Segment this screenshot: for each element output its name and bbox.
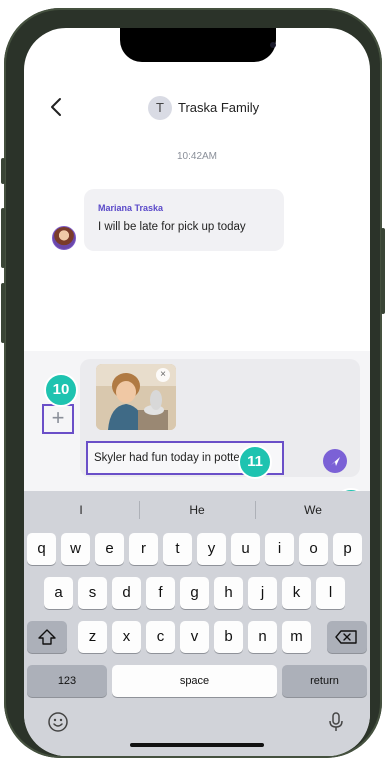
key-m[interactable]: m [282,621,311,653]
message-text: I will be late for pick up today [98,221,246,233]
key-o[interactable]: o [299,533,328,565]
volume-up-button [1,208,5,268]
group-avatar[interactable]: T [148,96,172,120]
key-i[interactable]: i [265,533,294,565]
key-f[interactable]: f [146,577,175,609]
volume-down-button [1,283,5,343]
message-bubble: Mariana Traska I will be late for pick u… [84,189,284,251]
delete-key[interactable] [327,621,367,653]
key-p[interactable]: p [333,533,362,565]
key-z[interactable]: z [78,621,107,653]
phone-frame: T Traska Family 10:42AM Mariana Traska I… [1,8,385,758]
key-a[interactable]: a [44,577,73,609]
key-h[interactable]: h [214,577,243,609]
key-v[interactable]: v [180,621,209,653]
key-q[interactable]: q [27,533,56,565]
key-x[interactable]: x [112,621,141,653]
key-l[interactable]: l [316,577,345,609]
send-button[interactable] [323,449,347,473]
add-attachment-button[interactable]: + [42,404,74,434]
keyboard: I He We q w e r t y u i o p a s d f g h … [24,491,370,756]
power-button [381,228,385,314]
space-key[interactable]: space [112,665,277,697]
shift-key[interactable] [27,621,67,653]
chat-title[interactable]: Traska Family [178,100,259,115]
message-timestamp: 10:42AM [176,151,218,162]
emoji-icon[interactable] [46,710,70,734]
suggestion-1[interactable]: I [26,503,136,517]
return-key[interactable]: return [282,665,367,697]
home-indicator[interactable] [130,743,264,747]
send-icon [331,457,340,466]
suggestion-2[interactable]: He [142,503,252,517]
key-t[interactable]: t [163,533,192,565]
key-u[interactable]: u [231,533,260,565]
screen: T Traska Family 10:42AM Mariana Traska I… [24,28,370,756]
microphone-icon[interactable] [324,710,348,734]
divider [255,501,256,519]
sender-name: Mariana Traska [98,203,164,213]
suggestion-3[interactable]: We [258,503,368,517]
key-e[interactable]: e [95,533,124,565]
key-s[interactable]: s [78,577,107,609]
mute-switch [1,158,5,184]
key-c[interactable]: c [146,621,175,653]
key-b[interactable]: b [214,621,243,653]
key-g[interactable]: g [180,577,209,609]
key-j[interactable]: j [248,577,277,609]
chevron-left-icon[interactable] [46,96,68,118]
remove-attachment-icon[interactable]: × [156,368,170,382]
notch [120,28,276,62]
key-r[interactable]: r [129,533,158,565]
key-y[interactable]: y [197,533,226,565]
sender-avatar[interactable] [52,226,76,250]
camera [270,42,276,48]
shift-icon [38,629,56,645]
badge-11: 11 [238,445,272,479]
chat-header: T Traska Family [24,88,370,128]
message-input-value: Skyler had fun today in pottery! [94,452,253,464]
numbers-key[interactable]: 123 [27,665,107,697]
key-d[interactable]: d [112,577,141,609]
composer: × + 10 Skyler had fun today in pottery! … [24,351,370,522]
suggestion-bar: I He We [24,491,370,529]
key-w[interactable]: w [61,533,90,565]
key-k[interactable]: k [282,577,311,609]
plus-icon: + [51,405,65,430]
divider [139,501,140,519]
badge-10: 10 [44,373,78,407]
key-n[interactable]: n [248,621,277,653]
delete-icon [335,630,357,644]
